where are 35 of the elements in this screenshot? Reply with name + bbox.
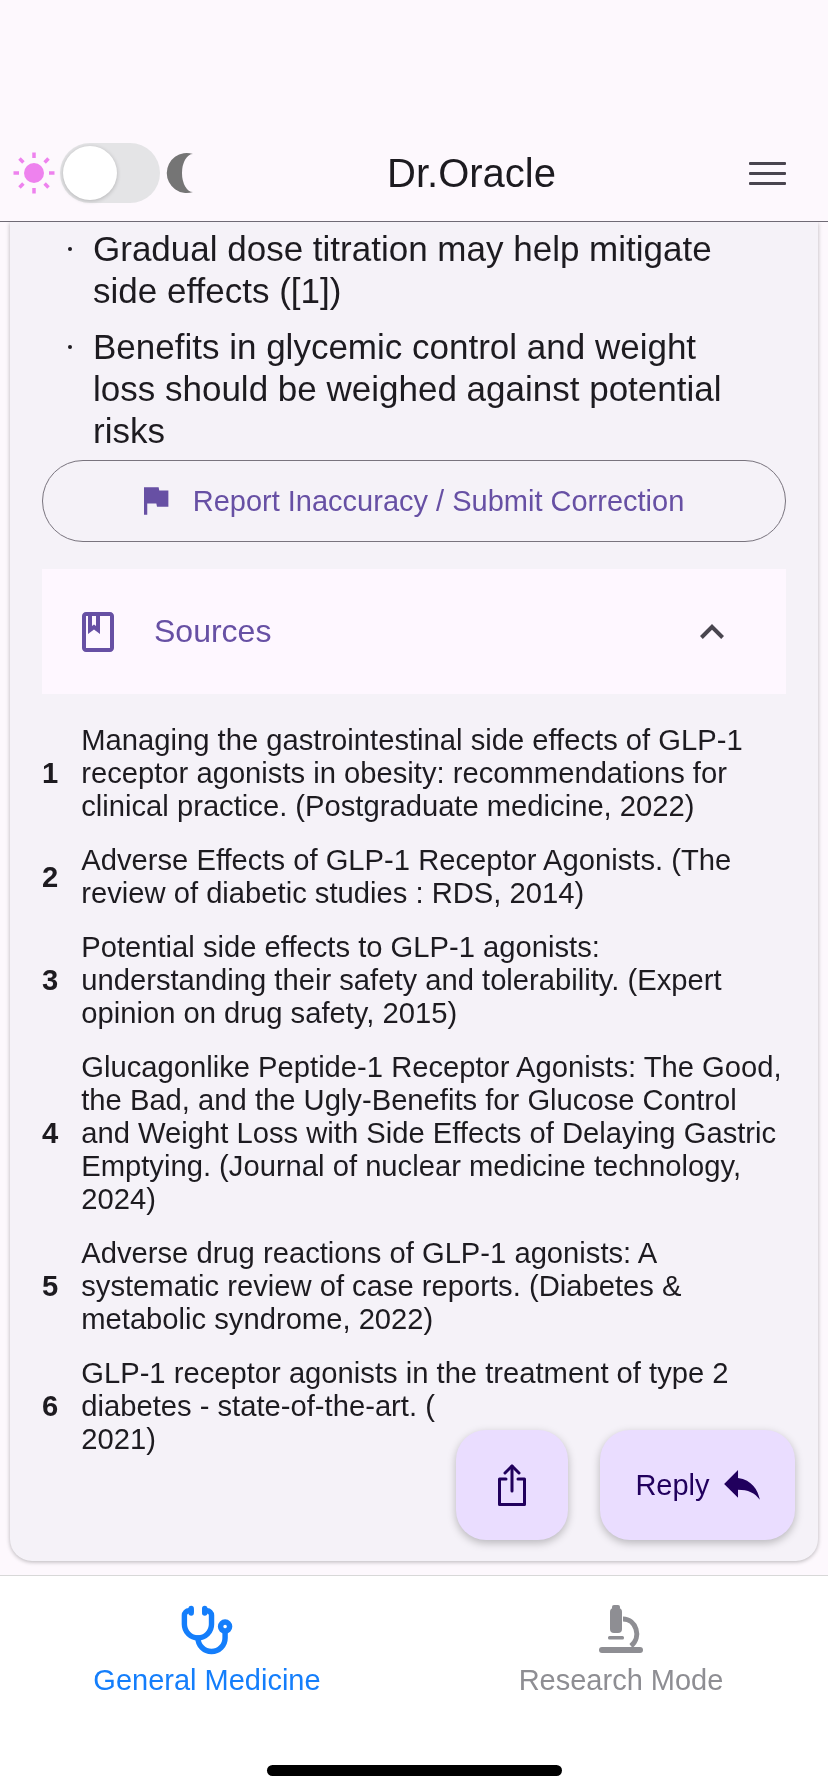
bullet-text: Gradual dose titration may help mitigate side effects ([1]) [93,228,713,312]
source-text: Potential side effects to GLP-1 agonists: understanding their safety and tolerability. (Expert opinion on drug safety, 2015) [81,931,723,1030]
bottom-tab[interactable]: General Medicine [93,1605,321,1697]
source-text: Adverse drug reactions of GLP-1 agonists: A systematic review of case reports. (Diabetes & metabolic syndrome, 2022) [81,1237,683,1336]
source-text: 2021) [81,1423,156,1456]
moon-icon [166,152,194,194]
stethoscope-icon [181,1605,233,1655]
bullet-text: Benefits in glycemic control and weight loss should be weighed against potential risks [93,326,723,452]
reply-icon [723,1470,760,1500]
source-text: Glucagonlike Peptide-1 Receptor Agonists: The Good, the Bad, and the Ugly-Benefits for Glucose Control and Weight Loss with Side Effects of Delaying Gastric Emptying. (Journal of nuclear medicine technology, 2024) [81,1051,783,1216]
share-button[interactable] [456,1430,568,1540]
source-number: 4 [42,1117,59,1150]
share-icon [495,1463,529,1507]
source-number: 6 [42,1390,59,1423]
theme-toggle[interactable] [60,143,160,203]
book-icon [82,611,114,652]
source-text: Managing the gastrointestinal side effects of GLP-1 receptor agonists in obesity: recommendations for clinical practice. (Postgraduate medicine, 2022) [81,724,744,823]
source-text: GLP-1 receptor agonists in the treatment of type 2 diabetes - state-of-the-art. ( [81,1357,730,1423]
menu-button[interactable] [749,161,786,185]
microscope-icon [596,1605,646,1655]
sun-icon [11,150,57,196]
sources-header[interactable]: Sources [42,569,786,694]
flag-icon [143,487,170,515]
app-title: Dr.Oracle [387,150,556,196]
bullet-icon [68,247,72,251]
source-number: 3 [42,964,59,997]
source-number: 1 [42,757,59,790]
source-text: Adverse Effects of GLP-1 Receptor Agonists. (The review of diabetic studies : RDS, 2014) [81,844,733,910]
chevron-up-icon [700,624,724,639]
source-number: 5 [42,1270,59,1303]
bottom-tab[interactable]: Research Mode [518,1605,724,1697]
reply-button[interactable]: Reply [600,1430,795,1540]
menu-icon [749,161,786,185]
bullet-icon [68,345,72,349]
source-number: 2 [42,860,59,894]
